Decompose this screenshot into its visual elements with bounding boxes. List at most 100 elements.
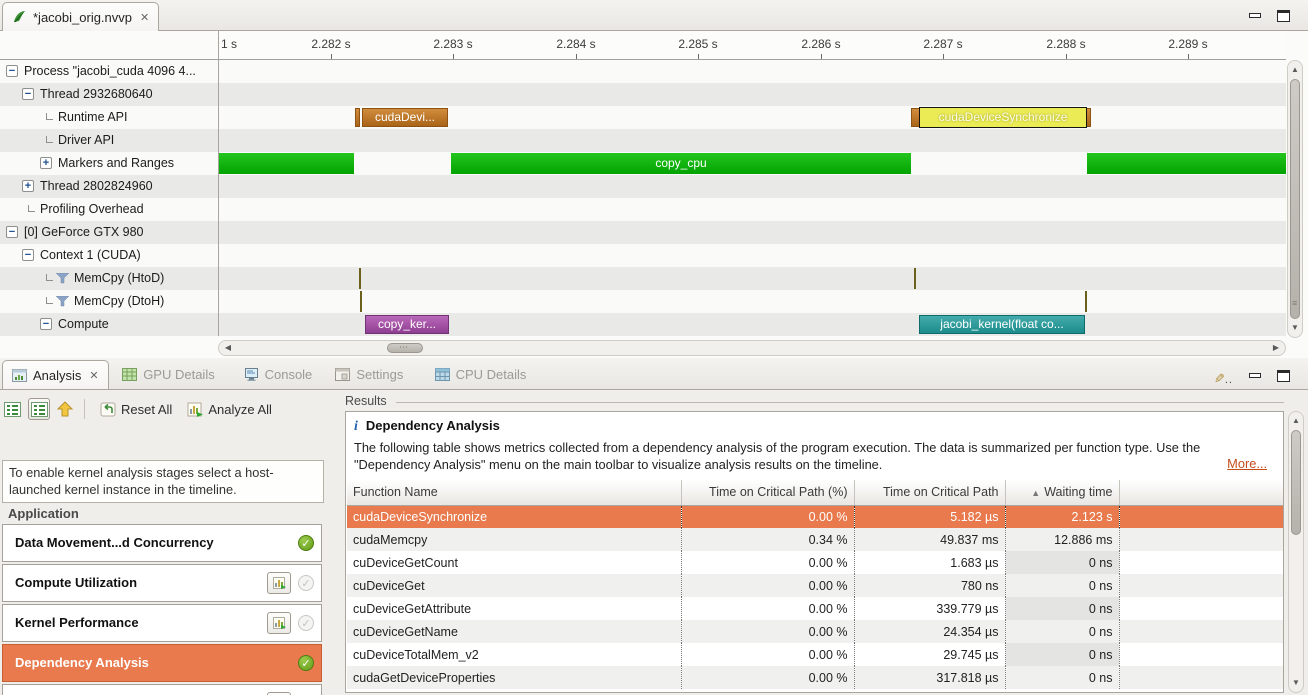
tab-cpu-details[interactable]: CPU Details [426, 360, 536, 389]
tree-row-text: Profiling Overhead [40, 198, 144, 221]
table-row[interactable]: cuDeviceGetAttribute0.00 %339.779 µs0 ns [347, 597, 1283, 620]
timeline-interval-bar[interactable]: cudaDevi... [362, 108, 448, 127]
table-cell: 5.182 µs [854, 505, 1005, 528]
tab-label: GPU Details [143, 367, 215, 382]
table-row[interactable]: cudaGetDeviceProperties0.00 %317.818 µs0… [347, 666, 1283, 689]
ruler-label: 2.289 s [1168, 37, 1207, 51]
scroll-up-icon[interactable]: ▲ [1289, 414, 1303, 428]
collapse-icon[interactable]: − [22, 249, 34, 261]
guided-analysis-icon[interactable] [28, 398, 50, 420]
tab-analysis[interactable]: Analysis✕ [2, 360, 109, 389]
expand-icon[interactable]: + [40, 157, 52, 169]
filter-icon[interactable] [56, 273, 69, 284]
filter-icon[interactable] [56, 296, 69, 307]
memcpy-marker[interactable] [360, 291, 362, 312]
scroll-down-icon[interactable]: ▼ [1288, 321, 1302, 335]
timeline-interval-bar[interactable] [219, 153, 354, 174]
column-header-waiting-time[interactable]: ▲Waiting time [1005, 480, 1119, 505]
table-cell: 0 ns [1005, 666, 1119, 689]
timeline-row-label[interactable]: Driver API [0, 129, 218, 152]
stage-done-check-icon: ✓ [298, 535, 314, 551]
timeline-interval-bar[interactable]: cudaDeviceSynchronize [919, 107, 1087, 128]
timeline-ruler[interactable]: 1 s2.282 s2.283 s2.284 s2.285 s2.286 s2.… [218, 31, 1286, 59]
back-up-icon[interactable] [57, 401, 73, 418]
timeline-row-label[interactable]: MemCpy (DtoH) [0, 290, 218, 313]
analysis-stage-label: Compute Utilization [15, 575, 137, 590]
timeline-interval-bar[interactable]: copy_ker... [365, 315, 449, 334]
timeline-row-label[interactable]: −Process "jacobi_cuda 4096 4... [0, 60, 218, 83]
expand-icon[interactable]: + [22, 180, 34, 192]
table-row[interactable]: cuDeviceTotalMem_v20.00 %29.745 µs0 ns [347, 643, 1283, 666]
timeline-row-label[interactable]: MemCpy (HtoD) [0, 267, 218, 290]
analyze-stage-button[interactable] [267, 612, 291, 634]
table-row[interactable]: cudaDeviceSynchronize0.00 %5.182 µs2.123… [347, 505, 1283, 528]
timeline-interval-bar[interactable]: copy_cpu [451, 153, 911, 174]
column-header-empty[interactable] [1119, 480, 1283, 505]
scroll-right-icon[interactable]: ▶ [1269, 341, 1283, 355]
more-link[interactable]: More... [1227, 456, 1267, 471]
timeline-vertical-scrollbar[interactable]: ▲ ≡ ▼ [1287, 60, 1303, 338]
maximize-icon[interactable] [1277, 370, 1290, 382]
timeline-row-label[interactable]: + Markers and Ranges [0, 152, 218, 175]
table-row[interactable]: cuDeviceGetName0.00 %24.354 µs0 ns [347, 620, 1283, 643]
tree-row-text: MemCpy (HtoD) [74, 267, 164, 290]
analyze-stage-button[interactable] [267, 572, 291, 594]
tab-console[interactable]: Console [235, 360, 322, 389]
collapse-icon[interactable]: − [6, 65, 18, 77]
table-row[interactable]: cudaMemcpy0.34 %49.837 ms12.886 ms [347, 528, 1283, 551]
timeline-row-label[interactable]: −Context 1 (CUDA) [0, 244, 218, 267]
column-header-function-name[interactable]: Function Name [347, 480, 681, 505]
minimize-icon[interactable] [1249, 13, 1261, 18]
table-row[interactable]: cuDeviceGetCount0.00 %1.683 µs0 ns [347, 551, 1283, 574]
tree-row-text: Markers and Ranges [58, 152, 174, 175]
timeline-horizontal-scrollbar[interactable]: ◀ ⋯ ▶ [218, 340, 1286, 356]
table-cell: 317.818 µs [854, 666, 1005, 689]
scroll-down-icon[interactable]: ▼ [1289, 676, 1303, 690]
analysis-stage-nvlink[interactable]: NVLink✓ [2, 684, 322, 695]
timeline-row-label[interactable]: −Compute [0, 313, 218, 336]
timeline-canvas[interactable]: copy_cpu cudaDevi... cudaDeviceSynchronize… [218, 60, 1286, 336]
timeline-row-label[interactable]: Profiling Overhead [0, 198, 218, 221]
timeline-row-label[interactable]: Runtime API [0, 106, 218, 129]
close-icon[interactable]: ✕ [89, 369, 98, 382]
analysis-stage-dependency-analysis[interactable]: Dependency Analysis✓ [2, 644, 322, 682]
analysis-stage-kernel-performance[interactable]: Kernel Performance✓ [2, 604, 322, 642]
ruler-label: 2.285 s [678, 37, 717, 51]
timeline-hscroll-thumb[interactable]: ⋯ [387, 343, 423, 353]
view-menu-icon[interactable]: ✎.. [1214, 370, 1233, 388]
maximize-icon[interactable] [1277, 10, 1290, 22]
analysis-stage-compute-utilization[interactable]: Compute Utilization✓ [2, 564, 322, 602]
timeline-row-label[interactable]: −Thread 2932680640 [0, 83, 218, 106]
toolbar-separator [84, 399, 85, 419]
timeline-vscroll-thumb[interactable]: ≡ [1290, 79, 1300, 319]
results-scroll-thumb[interactable] [1291, 430, 1301, 535]
collapse-icon[interactable]: − [22, 88, 34, 100]
tab-gpu-details[interactable]: GPU Details [113, 360, 224, 389]
timeline-interval-bar[interactable]: jacobi_kernel(float co... [919, 315, 1085, 334]
tab-jacobi-orig[interactable]: *jacobi_orig.nvvp ✕ [2, 2, 159, 31]
table-row[interactable]: cuDeviceGet0.00 %780 ns0 ns [347, 574, 1283, 597]
memcpy-marker[interactable] [1085, 291, 1087, 312]
tab-settings[interactable]: Settings [326, 360, 412, 389]
analysis-stage-data-movement-d-concurrency[interactable]: Data Movement...d Concurrency✓ [2, 524, 322, 562]
timeline-row-label[interactable]: +Thread 2802824960 [0, 175, 218, 198]
column-header-time-on-critical-path-[interactable]: Time on Critical Path (%) [681, 480, 854, 505]
table-cell: 2.123 s [1005, 505, 1119, 528]
memcpy-marker[interactable] [914, 268, 916, 289]
collapse-icon[interactable]: − [6, 226, 18, 238]
results-scrollbar[interactable]: ▲ ▼ [1288, 411, 1304, 693]
close-icon[interactable]: ✕ [140, 11, 149, 24]
column-header-time-on-critical-path[interactable]: Time on Critical Path [854, 480, 1005, 505]
reset-all-button[interactable]: Reset All [96, 400, 176, 419]
analyze-all-button[interactable]: Analyze All [183, 400, 276, 419]
timeline-interval-bar[interactable] [1087, 153, 1286, 174]
memcpy-marker[interactable] [359, 268, 361, 289]
unguided-analysis-icon[interactable] [4, 402, 21, 417]
scroll-left-icon[interactable]: ◀ [221, 341, 235, 355]
collapse-icon[interactable]: − [40, 318, 52, 330]
timeline-interval-bar[interactable] [355, 108, 360, 127]
timeline-row-label[interactable]: −[0] GeForce GTX 980 [0, 221, 218, 244]
table-cell: 0.00 % [681, 505, 854, 528]
scroll-up-icon[interactable]: ▲ [1288, 63, 1302, 77]
minimize-icon[interactable] [1249, 373, 1261, 378]
